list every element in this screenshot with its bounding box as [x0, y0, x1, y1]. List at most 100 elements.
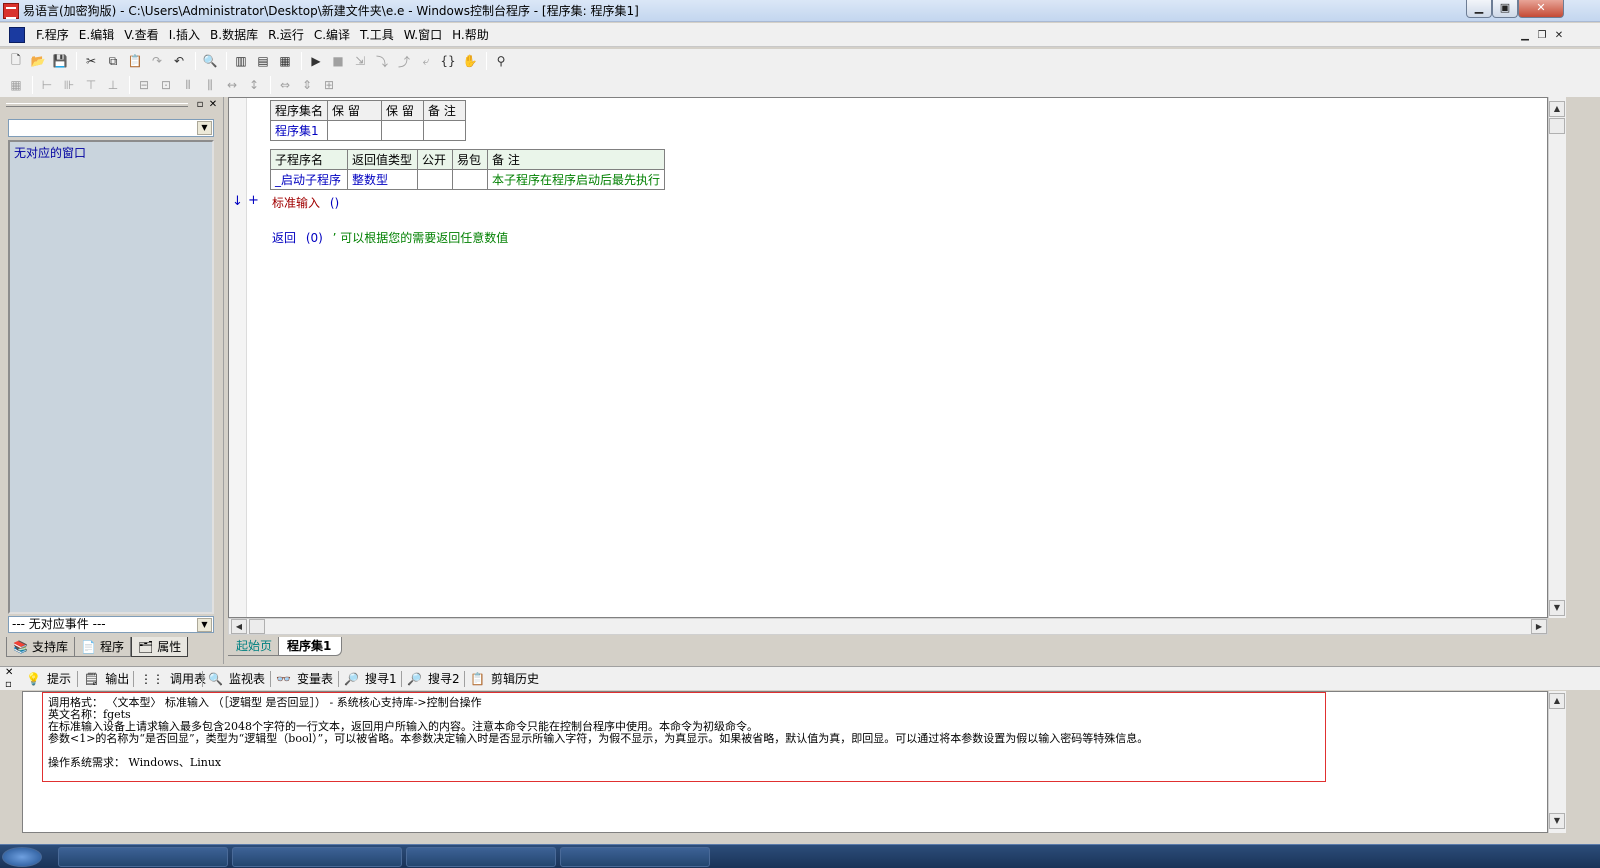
mdi-close-icon[interactable]: ✕	[1552, 31, 1566, 43]
layout-1-icon[interactable]: ▥	[231, 51, 251, 71]
close-icon[interactable]: ✕	[5, 667, 13, 678]
chevron-down-icon[interactable]: ▼	[197, 618, 212, 632]
align-grid-icon[interactable]: ▦	[6, 75, 26, 95]
tab-output[interactable]: 🗒 输出	[84, 669, 129, 689]
cut-icon[interactable]: ✂	[81, 51, 101, 71]
center-horizontal-icon[interactable]: ⊟	[134, 75, 154, 95]
start-button[interactable]	[2, 847, 42, 867]
taskbar-item[interactable]	[406, 847, 556, 867]
layout-2-icon[interactable]: ▤	[253, 51, 273, 71]
app-icon[interactable]	[3, 2, 19, 19]
tab-properties[interactable]: 🗂 属性	[131, 637, 189, 657]
scroll-up-icon[interactable]: ▲	[1549, 101, 1565, 117]
center-vertical-icon[interactable]: ⊡	[156, 75, 176, 95]
scroll-up-icon[interactable]: ▲	[1549, 693, 1565, 709]
grid-icon[interactable]: ⊞	[319, 75, 339, 95]
step-out-icon[interactable]: ⤶	[416, 51, 436, 71]
taskbar-item[interactable]	[232, 847, 402, 867]
align-bottom-icon[interactable]: ⊥	[103, 75, 123, 95]
table-cell[interactable]: _启动子程序	[270, 169, 348, 190]
tab-clip-history[interactable]: 📋 剪辑历史	[470, 669, 539, 689]
space-vertical-icon[interactable]: ↕	[244, 75, 264, 95]
panel-close-icon[interactable]: ✕	[207, 99, 219, 111]
tab-watch-table[interactable]: 🔍 监视表	[208, 669, 265, 689]
tab-program[interactable]: 📄 程序	[74, 637, 131, 657]
scroll-thumb[interactable]	[1549, 118, 1565, 134]
menu-program[interactable]: F.程序	[31, 24, 74, 46]
document-icon[interactable]	[9, 26, 25, 43]
mdi-minimize-icon[interactable]: ▁	[1518, 31, 1532, 43]
window-combo[interactable]: ▼	[8, 119, 214, 137]
stop-icon[interactable]: ■	[328, 51, 348, 71]
run-icon[interactable]: ▶	[306, 51, 326, 71]
panel-float-icon[interactable]: ▫	[194, 99, 206, 111]
same-height-icon[interactable]: ⫼	[200, 75, 220, 95]
tab-variable-table[interactable]: 👓 变量表	[276, 669, 333, 689]
panel-grip[interactable]	[6, 103, 188, 107]
menu-tools[interactable]: T.工具	[355, 24, 399, 46]
menu-insert[interactable]: I.插入	[164, 24, 205, 46]
table-cell[interactable]: 程序集1	[269, 120, 329, 141]
editor-vertical-scrollbar[interactable]: ▲ ▼	[1548, 97, 1566, 618]
paste-icon[interactable]: 📋	[125, 51, 145, 71]
new-file-icon[interactable]: 🗋	[6, 51, 26, 71]
table-cell[interactable]	[423, 120, 467, 141]
tab-assembly-1[interactable]: 程序集1	[278, 637, 343, 656]
expand-plus-icon[interactable]: +	[248, 193, 259, 208]
menu-window[interactable]: W.窗口	[399, 24, 447, 46]
tab-search-1[interactable]: 🔎 搜寻1	[344, 669, 397, 689]
align-left-icon[interactable]: ⊢	[37, 75, 57, 95]
copy-icon[interactable]: ⧉	[103, 51, 123, 71]
align-top-icon[interactable]: ⊤	[81, 75, 101, 95]
tab-hint[interactable]: 💡 提示	[26, 669, 71, 689]
redo-icon[interactable]: ↷	[147, 51, 167, 71]
layout-3-icon[interactable]: ▦	[275, 51, 295, 71]
open-folder-icon[interactable]: 📂	[28, 51, 48, 71]
scroll-right-icon[interactable]: ▶	[1531, 619, 1547, 634]
step-over-icon[interactable]: ⤴	[394, 51, 414, 71]
taskbar-item[interactable]	[58, 847, 228, 867]
editor-horizontal-scrollbar[interactable]: ◀ ▶	[228, 618, 1548, 635]
tab-call-table[interactable]: ⋮⋮ 调用表	[140, 669, 206, 689]
menu-edit[interactable]: E.编辑	[74, 24, 119, 46]
chevron-down-icon[interactable]: ▼	[197, 121, 212, 135]
find-icon[interactable]: 🔍	[200, 51, 220, 71]
save-icon[interactable]: 💾	[50, 51, 70, 71]
resize-width-icon[interactable]: ⇔	[275, 75, 295, 95]
minimize-button[interactable]: ▁	[1466, 0, 1492, 18]
close-button[interactable]: ✕	[1518, 0, 1564, 18]
event-combo[interactable]: --- 无对应事件 --- ▼	[8, 616, 214, 633]
braces-icon[interactable]: {}	[438, 51, 458, 71]
table-cell[interactable]	[452, 169, 488, 190]
taskbar-item[interactable]	[560, 847, 710, 867]
scroll-down-icon[interactable]: ▼	[1549, 600, 1565, 616]
resize-height-icon[interactable]: ⇕	[297, 75, 317, 95]
menu-help[interactable]: H.帮助	[447, 24, 494, 46]
tab-support-library[interactable]: 📚 支持库	[6, 637, 75, 657]
tab-search-2[interactable]: 🔎 搜寻2	[407, 669, 460, 689]
window-list[interactable]: 无对应的窗口	[8, 140, 214, 614]
float-icon[interactable]: ▫	[5, 679, 12, 690]
code-line[interactable]: 返回 (0) ’ 可以根据您的需要返回任意数值	[272, 229, 508, 246]
menu-database[interactable]: B.数据库	[205, 24, 263, 46]
hand-icon[interactable]: ✋	[460, 51, 480, 71]
scroll-down-icon[interactable]: ▼	[1549, 813, 1565, 829]
scroll-thumb[interactable]	[249, 619, 265, 634]
step-into-icon[interactable]: ⤵	[372, 51, 392, 71]
mdi-restore-icon[interactable]: ❐	[1535, 31, 1549, 43]
undo-icon[interactable]: ↶	[169, 51, 189, 71]
table-cell[interactable]	[327, 120, 383, 141]
menu-run[interactable]: R.运行	[263, 24, 309, 46]
table-cell[interactable]	[417, 169, 453, 190]
space-horizontal-icon[interactable]: ↔	[222, 75, 242, 95]
binoculars-icon[interactable]: ⚲	[491, 51, 511, 71]
maximize-button[interactable]: ▣	[1492, 0, 1518, 18]
scroll-left-icon[interactable]: ◀	[231, 619, 247, 634]
code-line[interactable]: 标准输入 ()	[272, 194, 339, 211]
tab-start-page[interactable]: 起始页	[228, 637, 283, 656]
step-icon[interactable]: ⇲	[350, 51, 370, 71]
menu-view[interactable]: V.查看	[119, 24, 163, 46]
menu-compile[interactable]: C.编译	[309, 24, 355, 46]
table-cell[interactable]: 整数型	[347, 169, 418, 190]
table-cell[interactable]	[381, 120, 425, 141]
